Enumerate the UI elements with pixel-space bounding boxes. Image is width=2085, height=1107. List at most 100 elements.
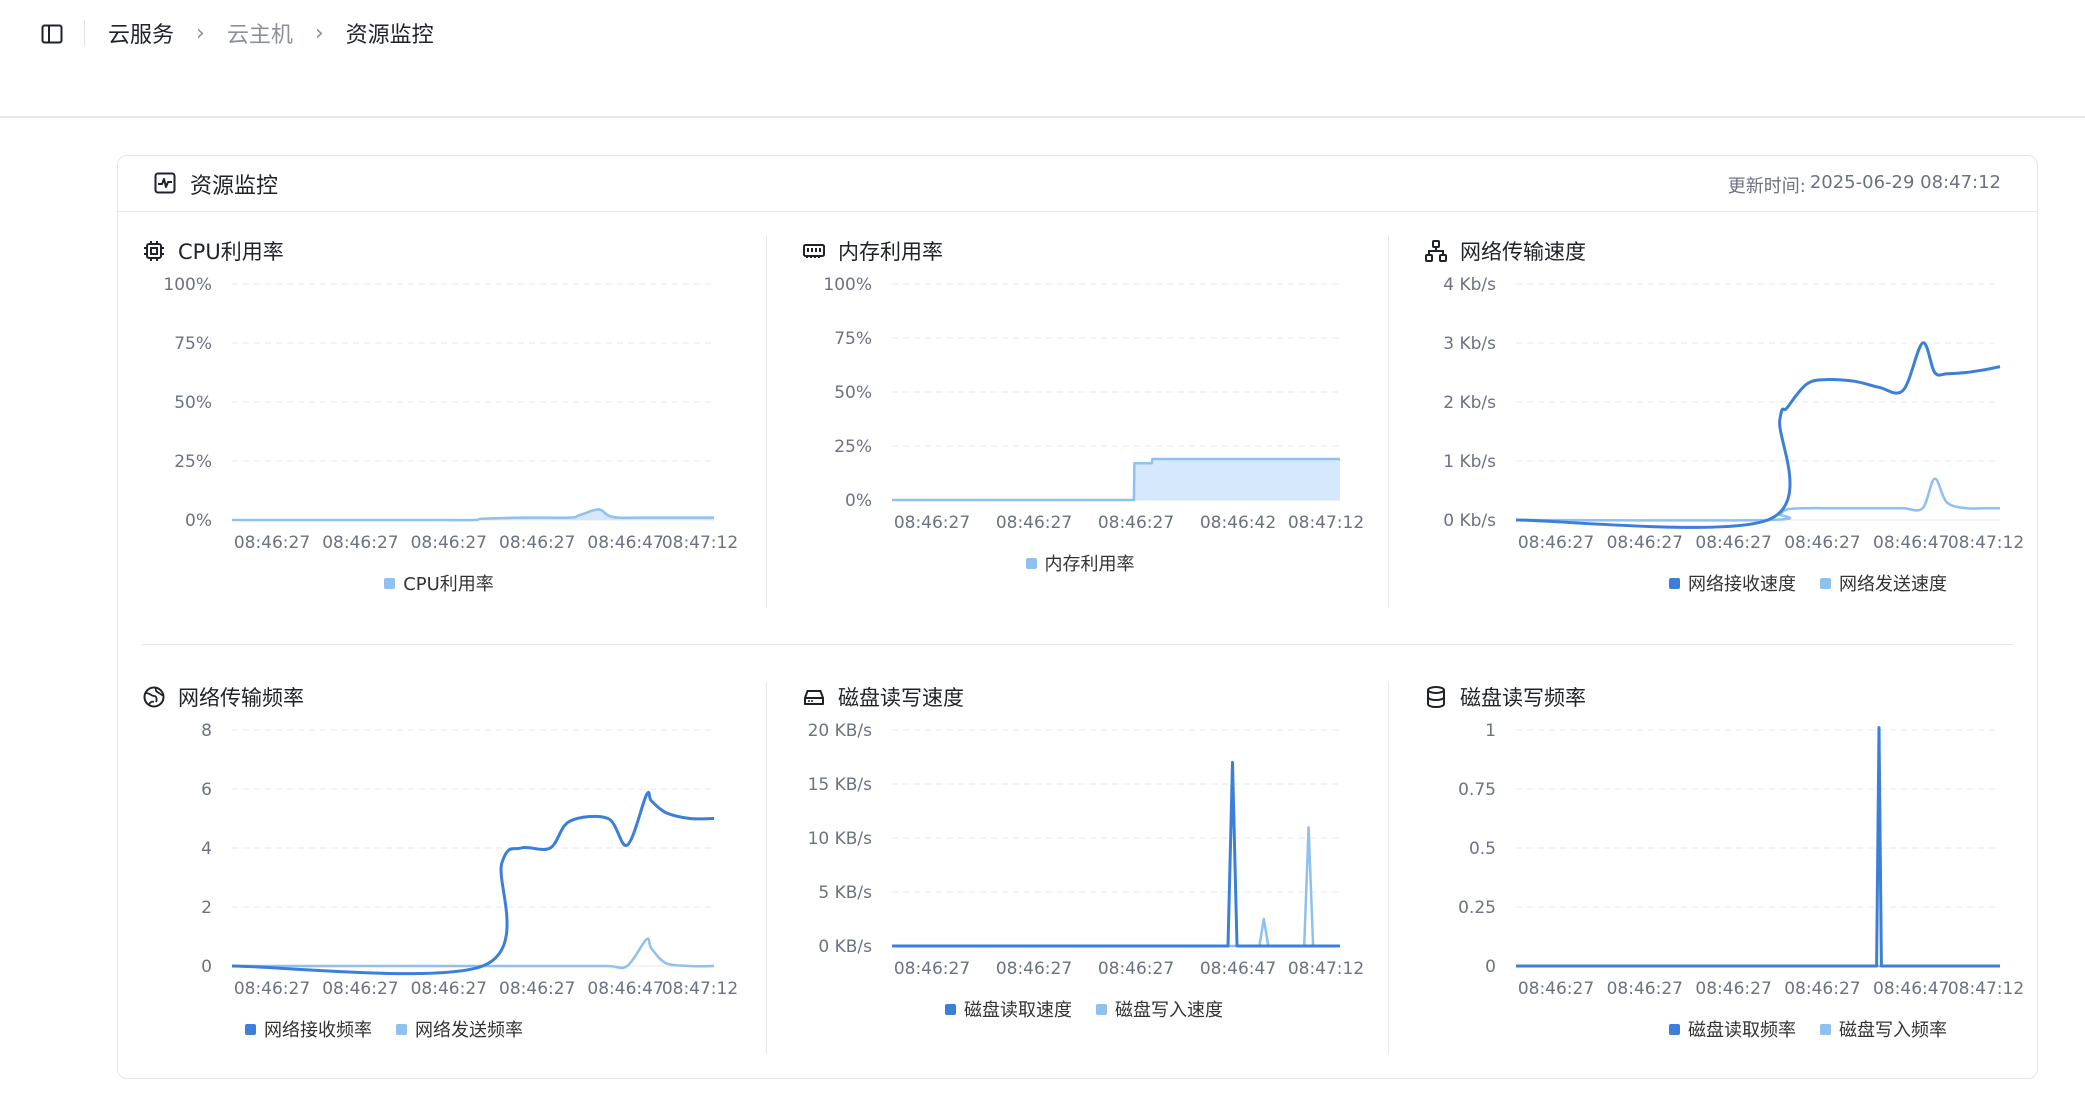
legend-item[interactable]: 网络发送频率 [396,1016,523,1042]
x-tick-label: 08:46:27 [499,979,575,999]
x-tick-label: 08:47:12 [1288,959,1364,979]
x-tick-label: 08:46:27 [1607,979,1683,999]
y-tick-label: 4 Kb/s [1443,275,1496,295]
memory-usage-panel: 内存利用率 0% 25% 50% 75% 100% 08:46:27 08:46:27 08:4… [802,236,1364,616]
legend-item[interactable]: CPU利用率 [384,570,494,596]
x-tick-label: 08:46:27 [411,979,487,999]
legend-swatch [1669,577,1680,589]
breadcrumb-cloud-service[interactable]: 云服务 [108,17,174,49]
legend-item[interactable]: 磁盘读取频率 [1669,1016,1796,1042]
breadcrumb-cloud-host[interactable]: 云主机 [227,17,293,49]
card-title-text: 资源监控 [190,174,279,199]
legend-label: 网络接收频率 [264,1020,372,1041]
legend-item[interactable]: 网络发送速度 [1820,570,1947,596]
chart-svg: 0 2 4 6 8 08:46:27 08:46:27 08:46:27 08:46:27 08:… [201,721,738,999]
series-area [892,459,1340,500]
y-tick-label: 3 Kb/s [1443,334,1496,354]
legend-swatch [945,1003,956,1015]
series-line [232,937,715,970]
chart-svg: 0 0.25 0.5 0.75 1 08:46:27 08:46:27 08:46:27 08:… [1458,721,2024,999]
x-tick-label: 08:46:27 [322,979,398,999]
legend-item[interactable]: 磁盘写入速度 [1096,996,1223,1022]
y-tick-label: 0.75 [1458,780,1496,800]
y-tick-label: 0.25 [1458,898,1496,918]
x-tick-label: 08:46:27 [1518,979,1594,999]
x-tick-label: 08:46:27 [1098,513,1174,533]
breadcrumb-resource-monitor: 资源监控 [345,23,434,48]
legend-swatch [1820,577,1831,589]
x-tick-label: 08:46:27 [996,513,1072,533]
x-tick-label: 08:47:12 [1948,979,2024,999]
disk-speed-panel: 磁盘读写速度 0 KB/s 5 KB/s 10 KB/s 15 KB/s 20 KB/s 0… [802,682,1364,1062]
series-line [1515,477,2000,522]
legend-item[interactable]: 内存利用率 [1025,550,1135,576]
top-bar: 云服务 › 云主机 › 资源监控 [0,0,2085,118]
y-tick-label: 10 KB/s [808,829,873,849]
y-tick-label: 50% [174,393,212,413]
chart-svg: 0% 25% 50% 75% 100% 08:46:27 08:46:27 08:46:27 0… [163,275,738,553]
chart-legend: 内存利用率 [1014,550,1147,576]
column-divider [766,236,767,608]
activity-icon [154,172,178,196]
y-tick-label: 100% [823,275,872,295]
x-tick-label: 08:46:27 [996,959,1072,979]
y-tick-label: 25% [174,452,212,472]
legend-label: 内存利用率 [1044,554,1135,575]
y-tick-label: 8 [201,721,212,741]
x-tick-label: 08:46:27 [1518,533,1594,553]
x-tick-label: 08:46:47 [587,533,663,553]
legend-label: 磁盘读取速度 [964,1000,1072,1021]
x-tick-label: 08:46:27 [1784,533,1860,553]
row-divider [142,644,2013,645]
network-rate-panel: 网络传输频率 0 2 4 6 8 08:46:27 08:46:27 08:46:27 08:46… [142,682,742,1062]
x-tick-label: 08:46:27 [411,533,487,553]
x-tick-label: 08:46:47 [1200,959,1276,979]
x-tick-label: 08:46:27 [1784,979,1860,999]
chart-svg: 0 KB/s 5 KB/s 10 KB/s 15 KB/s 20 KB/s 08:46:2… [808,721,1365,979]
y-tick-label: 20 KB/s [808,721,873,741]
legend-item[interactable]: 网络接收频率 [245,1016,372,1042]
series-line [892,825,1340,948]
chevron-right-icon: › [314,20,324,46]
y-tick-label: 50% [834,383,872,403]
x-tick-label: 08:46:27 [894,513,970,533]
y-tick-label: 0 [201,957,212,977]
legend-swatch [1820,1023,1831,1035]
legend-swatch [384,577,396,589]
x-tick-label: 08:46:27 [1695,979,1771,999]
card-title: 资源监控 [154,168,278,200]
x-tick-label: 08:47:12 [1288,513,1364,533]
update-time-value: 2025-06-29 08:47:12 [1809,172,2001,193]
breadcrumb: 云服务 › 云主机 › 资源监控 [108,14,434,52]
x-tick-label: 08:46:27 [1695,533,1771,553]
y-tick-label: 1 Kb/s [1443,452,1496,472]
legend-item[interactable]: 网络接收速度 [1669,570,1796,596]
x-tick-label: 08:46:47 [1873,533,1949,553]
chart-legend: CPU利用率 [372,570,506,596]
y-tick-label: 0 KB/s [818,937,872,957]
disk-rate-panel: 磁盘读写频率 0 0.25 0.5 0.75 1 08:46:27 08:46:27 08:46… [1424,682,2024,1062]
y-tick-label: 25% [834,437,872,457]
network-speed-panel: 网络传输速度 0 Kb/s 1 Kb/s 2 Kb/s 3 Kb/s 4 Kb/s 08:4… [1424,236,2024,616]
chart-legend: 磁盘读取频率 磁盘写入频率 [1657,1016,1959,1042]
legend-label: CPU利用率 [403,574,494,595]
legend-item[interactable]: 磁盘写入频率 [1820,1016,1947,1042]
legend-swatch [245,1023,256,1035]
column-divider [1388,682,1389,1054]
chart-svg: 0 Kb/s 1 Kb/s 2 Kb/s 3 Kb/s 4 Kb/s 08:46:27 08… [1443,275,2024,553]
sidebar-toggle-icon[interactable] [38,20,66,48]
y-tick-label: 0.5 [1469,839,1496,859]
y-tick-label: 75% [174,334,212,354]
legend-item[interactable]: 磁盘读取速度 [945,996,1072,1022]
x-tick-label: 08:47:12 [662,979,738,999]
x-tick-label: 08:46:27 [894,959,970,979]
x-tick-label: 08:46:47 [1873,979,1949,999]
x-tick-label: 08:46:47 [587,979,663,999]
y-tick-label: 2 Kb/s [1443,393,1496,413]
y-tick-label: 15 KB/s [808,775,873,795]
x-tick-label: 08:46:27 [1607,533,1683,553]
chevron-right-icon: › [196,20,205,46]
toolbar-divider [84,20,85,46]
x-tick-label: 08:46:27 [234,979,310,999]
legend-label: 网络接收速度 [1688,574,1796,595]
